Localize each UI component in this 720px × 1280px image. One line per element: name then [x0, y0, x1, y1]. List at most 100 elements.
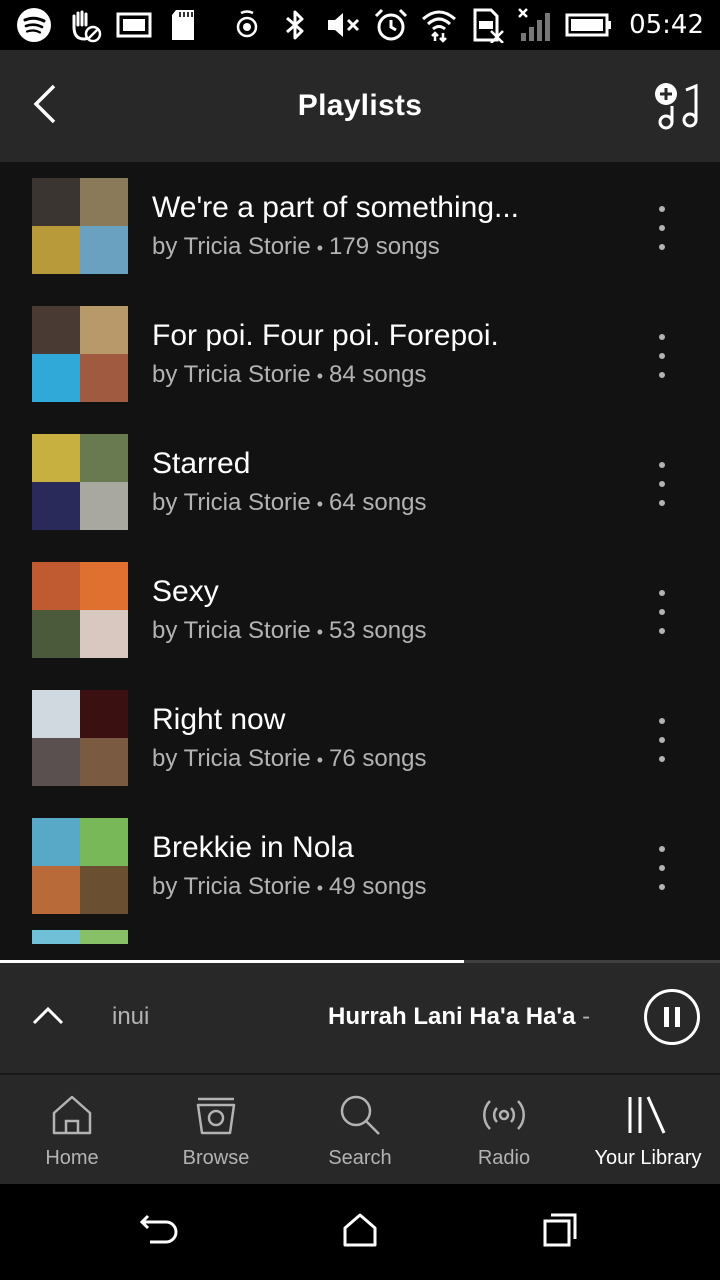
- song-count: 49 songs: [329, 872, 427, 900]
- pause-button[interactable]: [644, 989, 700, 1045]
- playlist-owner: by Tricia Storie: [152, 488, 311, 516]
- playlist-owner: by Tricia Storie: [152, 232, 311, 260]
- chevron-up-icon: [32, 1005, 64, 1030]
- playlist-cover: [32, 562, 128, 658]
- system-home-button[interactable]: [336, 1208, 384, 1256]
- playlist-owner: by Tricia Storie: [152, 360, 311, 388]
- recents-icon: [542, 1212, 578, 1253]
- bottom-tab-bar: Home Browse Search Radio Your Library: [0, 1075, 720, 1184]
- track-title: Hurrah Lani Ha'a Ha'a: [328, 1003, 576, 1030]
- system-nav-bar: [0, 1184, 720, 1280]
- battery-icon: [565, 7, 613, 43]
- more-options-icon[interactable]: [644, 462, 680, 506]
- playlist-subtitle: by Tricia Storie • 179 songs: [152, 231, 612, 264]
- tab-label: Your Library: [594, 1147, 702, 1169]
- more-options-icon[interactable]: [644, 590, 680, 634]
- previous-track-fragment: inui: [112, 1003, 150, 1030]
- separator-dot: •: [316, 365, 324, 386]
- playlist-cover: [32, 178, 128, 274]
- list-item[interactable]: Sexy by Tricia Storie • 53 songs: [0, 546, 720, 674]
- hand-blocked-icon: [66, 7, 102, 43]
- home-icon: [48, 1091, 96, 1139]
- browse-icon: [192, 1091, 240, 1139]
- playlist-cover: [32, 434, 128, 530]
- now-playing-bar[interactable]: inui Hurrah Lani Ha'a Ha'a -: [0, 963, 720, 1073]
- tab-label: Home: [45, 1147, 99, 1169]
- playlist-owner: by Tricia Storie: [152, 744, 311, 772]
- clock: 05:42: [629, 10, 704, 40]
- playlist-cover: [32, 306, 128, 402]
- more-options-icon[interactable]: [644, 846, 680, 890]
- more-options-icon[interactable]: [644, 206, 680, 250]
- radio-icon: [480, 1091, 528, 1139]
- list-item[interactable]: We're a part of something... by Tricia S…: [0, 162, 720, 290]
- tab-label: Search: [328, 1147, 392, 1169]
- system-recents-button[interactable]: [536, 1208, 584, 1256]
- image-icon: [116, 7, 152, 43]
- signal-icon: [517, 7, 553, 43]
- home-outline-icon: [342, 1212, 378, 1253]
- playlist-title: Right now: [152, 702, 286, 736]
- playlist-title: For poi. Four poi. Forepoi.: [152, 318, 499, 352]
- song-count: 84 songs: [329, 360, 427, 388]
- list-item[interactable]: Brekkie in Nola by Tricia Storie • 49 song…: [0, 802, 720, 930]
- playlist-cover: [32, 930, 128, 944]
- back-button[interactable]: [18, 78, 74, 134]
- tab-label: Browse: [182, 1147, 250, 1169]
- spotify-icon: [16, 7, 52, 43]
- more-options-icon[interactable]: [644, 718, 680, 762]
- playlist-subtitle: by Tricia Storie • 53 songs: [152, 615, 612, 648]
- expand-player-button[interactable]: [26, 995, 70, 1039]
- page-title: Playlists: [297, 89, 423, 122]
- song-count: 64 songs: [329, 488, 427, 516]
- list-item[interactable]: Right now by Tricia Storie • 76 songs: [0, 674, 720, 802]
- chevron-left-icon: [30, 84, 62, 129]
- separator-dot: •: [316, 877, 324, 898]
- system-back-button[interactable]: [136, 1208, 184, 1256]
- playlist-list: We're a part of something... by Tricia S…: [0, 162, 720, 960]
- tab-radio[interactable]: Radio: [432, 1075, 576, 1184]
- playlist-cover: [32, 818, 128, 914]
- separator-dot: •: [316, 237, 324, 258]
- tab-home[interactable]: Home: [0, 1075, 144, 1184]
- playlist-title: Sexy: [152, 574, 219, 608]
- playlist-subtitle: by Tricia Storie • 84 songs: [152, 359, 612, 392]
- song-count: 53 songs: [329, 616, 427, 644]
- back-arrow-icon: [139, 1212, 180, 1253]
- playlist-cover: [32, 690, 128, 786]
- add-playlist-button[interactable]: [648, 78, 708, 138]
- list-item[interactable]: For poi. Four poi. Forepoi. by Tricia St…: [0, 290, 720, 418]
- playlist-subtitle: by Tricia Storie • 49 songs: [152, 871, 612, 904]
- separator-dot: •: [316, 493, 324, 514]
- playlist-subtitle: by Tricia Storie • 76 songs: [152, 743, 612, 776]
- sd-card-icon: [166, 7, 202, 43]
- playlist-title: We're a part of something...: [152, 190, 520, 224]
- playlist-title: Starred: [152, 446, 251, 480]
- mute-icon: [325, 7, 361, 43]
- song-count: 76 songs: [329, 744, 427, 772]
- wifi-icon: [421, 7, 457, 43]
- playlist-owner: by Tricia Storie: [152, 872, 311, 900]
- app-header: Playlists: [0, 50, 720, 162]
- library-icon: [624, 1091, 672, 1139]
- search-icon: [336, 1091, 384, 1139]
- playlist-title: Brekkie in Nola: [152, 830, 354, 864]
- alarm-icon: [373, 7, 409, 43]
- title-separator: -: [582, 1003, 591, 1030]
- bluetooth-icon: [277, 7, 313, 43]
- now-playing-title: Hurrah Lani Ha'a Ha'a -: [328, 1003, 590, 1031]
- list-item-partial[interactable]: [0, 930, 720, 944]
- more-options-icon[interactable]: [644, 334, 680, 378]
- status-bar: 05:42: [0, 0, 720, 50]
- hotspot-icon: [229, 7, 265, 43]
- tab-your-library[interactable]: Your Library: [576, 1075, 720, 1184]
- tab-browse[interactable]: Browse: [144, 1075, 288, 1184]
- playlist-subtitle: by Tricia Storie • 64 songs: [152, 487, 612, 520]
- tab-search[interactable]: Search: [288, 1075, 432, 1184]
- list-item[interactable]: Starred by Tricia Storie • 64 songs: [0, 418, 720, 546]
- playlist-owner: by Tricia Storie: [152, 616, 311, 644]
- separator-dot: •: [316, 749, 324, 770]
- separator-dot: •: [316, 621, 324, 642]
- add-playlist-icon: [652, 80, 704, 137]
- song-count: 179 songs: [329, 232, 440, 260]
